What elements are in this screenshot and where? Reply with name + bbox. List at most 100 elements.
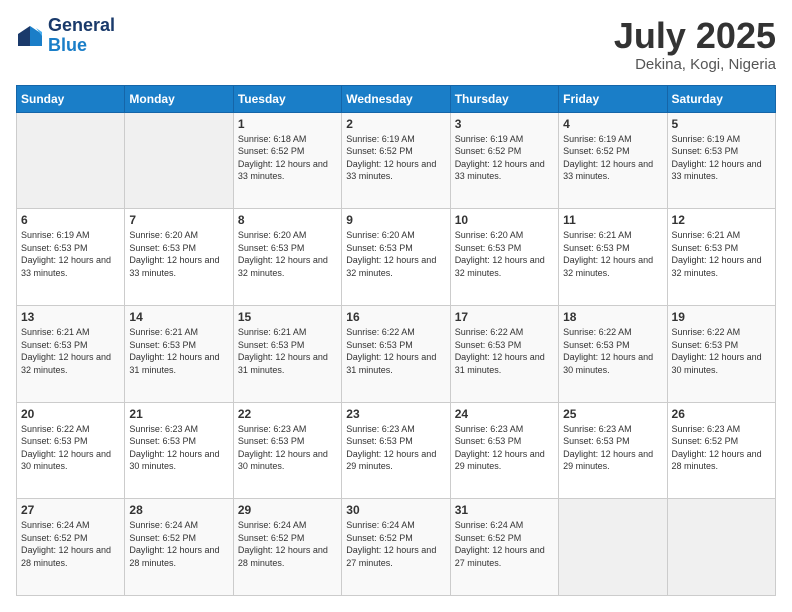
day-number: 20 [21, 407, 120, 421]
calendar-row-4: 20 Sunrise: 6:22 AM Sunset: 6:53 PM Dayli… [17, 402, 776, 499]
calendar-cell [125, 112, 233, 209]
calendar-cell: 26Sunrise: 6:23 AM Sunset: 6:52 PM Dayli… [667, 402, 775, 499]
calendar-row-2: 6 Sunrise: 6:19 AM Sunset: 6:53 PM Daylig… [17, 209, 776, 306]
calendar-cell: 11 Sunrise: 6:21 AM Sunset: 6:53 PM Dayli… [559, 209, 667, 306]
header: General Blue July 2025 Dekina, Kogi, Nig… [16, 16, 776, 73]
day-number: 22 [238, 407, 337, 421]
col-sunday: Sunday [17, 85, 125, 112]
day-info: Sunrise: 6:20 AM Sunset: 6:53 PM Dayligh… [346, 229, 445, 279]
day-info: Sunrise: 6:22 AM Sunset: 6:53 PM Dayligh… [563, 326, 662, 376]
day-info: Sunrise: 6:23 AM Sunset: 6:53 PM Dayligh… [563, 423, 662, 473]
day-number: 14 [129, 310, 228, 324]
day-info: Sunrise: 6:19 AM Sunset: 6:52 PM Dayligh… [455, 133, 554, 183]
day-number: 27 [21, 503, 120, 517]
day-info: Sunrise: 6:19 AM Sunset: 6:52 PM Dayligh… [346, 133, 445, 183]
day-number: 11 [563, 213, 662, 227]
day-number: 2 [346, 117, 445, 131]
calendar-cell: 13 Sunrise: 6:21 AM Sunset: 6:53 PM Dayli… [17, 305, 125, 402]
calendar-cell: 8Sunrise: 6:20 AM Sunset: 6:53 PM Daylig… [233, 209, 341, 306]
month-title: July 2025 [614, 16, 776, 56]
col-thursday: Thursday [450, 85, 558, 112]
day-info: Sunrise: 6:20 AM Sunset: 6:53 PM Dayligh… [238, 229, 337, 279]
day-info: Sunrise: 6:19 AM Sunset: 6:53 PM Dayligh… [672, 133, 771, 183]
day-info: Sunrise: 6:24 AM Sunset: 6:52 PM Dayligh… [21, 519, 120, 569]
day-info: Sunrise: 6:21 AM Sunset: 6:53 PM Dayligh… [563, 229, 662, 279]
calendar-cell: 19 Sunrise: 6:22 AM Sunset: 6:53 PM Dayli… [667, 305, 775, 402]
calendar-cell: 1 Sunrise: 6:18 AM Sunset: 6:52 PM Daylig… [233, 112, 341, 209]
day-number: 24 [455, 407, 554, 421]
calendar-cell: 16Sunrise: 6:22 AM Sunset: 6:53 PM Dayli… [342, 305, 450, 402]
day-info: Sunrise: 6:23 AM Sunset: 6:53 PM Dayligh… [455, 423, 554, 473]
calendar-cell: 12Sunrise: 6:21 AM Sunset: 6:53 PM Dayli… [667, 209, 775, 306]
calendar-cell [559, 499, 667, 596]
day-number: 25 [563, 407, 662, 421]
calendar-cell: 10 Sunrise: 6:20 AM Sunset: 6:53 PM Dayli… [450, 209, 558, 306]
day-info: Sunrise: 6:22 AM Sunset: 6:53 PM Dayligh… [21, 423, 120, 473]
logo-icon [16, 24, 44, 48]
day-number: 13 [21, 310, 120, 324]
col-wednesday: Wednesday [342, 85, 450, 112]
day-number: 12 [672, 213, 771, 227]
day-info: Sunrise: 6:23 AM Sunset: 6:53 PM Dayligh… [238, 423, 337, 473]
calendar-cell: 5 Sunrise: 6:19 AM Sunset: 6:53 PM Daylig… [667, 112, 775, 209]
location: Dekina, Kogi, Nigeria [614, 56, 776, 73]
calendar-cell: 20 Sunrise: 6:22 AM Sunset: 6:53 PM Dayli… [17, 402, 125, 499]
calendar-cell: 6 Sunrise: 6:19 AM Sunset: 6:53 PM Daylig… [17, 209, 125, 306]
calendar-cell: 17Sunrise: 6:22 AM Sunset: 6:53 PM Dayli… [450, 305, 558, 402]
day-number: 19 [672, 310, 771, 324]
day-number: 4 [563, 117, 662, 131]
header-row: Sunday Monday Tuesday Wednesday Thursday… [17, 85, 776, 112]
day-number: 17 [455, 310, 554, 324]
day-info: Sunrise: 6:23 AM Sunset: 6:53 PM Dayligh… [346, 423, 445, 473]
calendar-cell: 30Sunrise: 6:24 AM Sunset: 6:52 PM Dayli… [342, 499, 450, 596]
day-info: Sunrise: 6:18 AM Sunset: 6:52 PM Dayligh… [238, 133, 337, 183]
calendar-cell [17, 112, 125, 209]
day-info: Sunrise: 6:24 AM Sunset: 6:52 PM Dayligh… [455, 519, 554, 569]
calendar-cell: 3Sunrise: 6:19 AM Sunset: 6:52 PM Daylig… [450, 112, 558, 209]
col-tuesday: Tuesday [233, 85, 341, 112]
day-number: 31 [455, 503, 554, 517]
day-info: Sunrise: 6:21 AM Sunset: 6:53 PM Dayligh… [21, 326, 120, 376]
day-info: Sunrise: 6:22 AM Sunset: 6:53 PM Dayligh… [672, 326, 771, 376]
day-info: Sunrise: 6:19 AM Sunset: 6:52 PM Dayligh… [563, 133, 662, 183]
day-info: Sunrise: 6:23 AM Sunset: 6:52 PM Dayligh… [672, 423, 771, 473]
day-number: 9 [346, 213, 445, 227]
calendar-row-5: 27 Sunrise: 6:24 AM Sunset: 6:52 PM Dayli… [17, 499, 776, 596]
calendar-cell: 2 Sunrise: 6:19 AM Sunset: 6:52 PM Daylig… [342, 112, 450, 209]
col-saturday: Saturday [667, 85, 775, 112]
day-number: 15 [238, 310, 337, 324]
calendar-cell: 9 Sunrise: 6:20 AM Sunset: 6:53 PM Daylig… [342, 209, 450, 306]
calendar-table: Sunday Monday Tuesday Wednesday Thursday… [16, 85, 776, 596]
calendar-cell: 25 Sunrise: 6:23 AM Sunset: 6:53 PM Dayli… [559, 402, 667, 499]
day-number: 1 [238, 117, 337, 131]
page: General Blue July 2025 Dekina, Kogi, Nig… [0, 0, 792, 612]
calendar-header: Sunday Monday Tuesday Wednesday Thursday… [17, 85, 776, 112]
day-info: Sunrise: 6:20 AM Sunset: 6:53 PM Dayligh… [455, 229, 554, 279]
calendar-cell: 15Sunrise: 6:21 AM Sunset: 6:53 PM Dayli… [233, 305, 341, 402]
calendar-cell: 27 Sunrise: 6:24 AM Sunset: 6:52 PM Dayli… [17, 499, 125, 596]
day-number: 6 [21, 213, 120, 227]
calendar-cell: 28 Sunrise: 6:24 AM Sunset: 6:52 PM Dayli… [125, 499, 233, 596]
day-info: Sunrise: 6:23 AM Sunset: 6:53 PM Dayligh… [129, 423, 228, 473]
calendar-cell: 4 Sunrise: 6:19 AM Sunset: 6:52 PM Daylig… [559, 112, 667, 209]
day-info: Sunrise: 6:24 AM Sunset: 6:52 PM Dayligh… [238, 519, 337, 569]
calendar-cell: 29Sunrise: 6:24 AM Sunset: 6:52 PM Dayli… [233, 499, 341, 596]
col-friday: Friday [559, 85, 667, 112]
day-number: 18 [563, 310, 662, 324]
logo-line1: General [48, 16, 115, 36]
day-number: 7 [129, 213, 228, 227]
day-info: Sunrise: 6:24 AM Sunset: 6:52 PM Dayligh… [129, 519, 228, 569]
calendar-cell: 22 Sunrise: 6:23 AM Sunset: 6:53 PM Dayli… [233, 402, 341, 499]
day-info: Sunrise: 6:19 AM Sunset: 6:53 PM Dayligh… [21, 229, 120, 279]
logo: General Blue [16, 16, 115, 56]
day-number: 28 [129, 503, 228, 517]
day-info: Sunrise: 6:21 AM Sunset: 6:53 PM Dayligh… [129, 326, 228, 376]
calendar-cell: 7Sunrise: 6:20 AM Sunset: 6:53 PM Daylig… [125, 209, 233, 306]
day-number: 5 [672, 117, 771, 131]
day-number: 10 [455, 213, 554, 227]
day-number: 21 [129, 407, 228, 421]
calendar-cell: 23Sunrise: 6:23 AM Sunset: 6:53 PM Dayli… [342, 402, 450, 499]
calendar-cell: 18 Sunrise: 6:22 AM Sunset: 6:53 PM Dayli… [559, 305, 667, 402]
calendar-cell: 31 Sunrise: 6:24 AM Sunset: 6:52 PM Dayli… [450, 499, 558, 596]
logo-text: General Blue [48, 16, 115, 56]
